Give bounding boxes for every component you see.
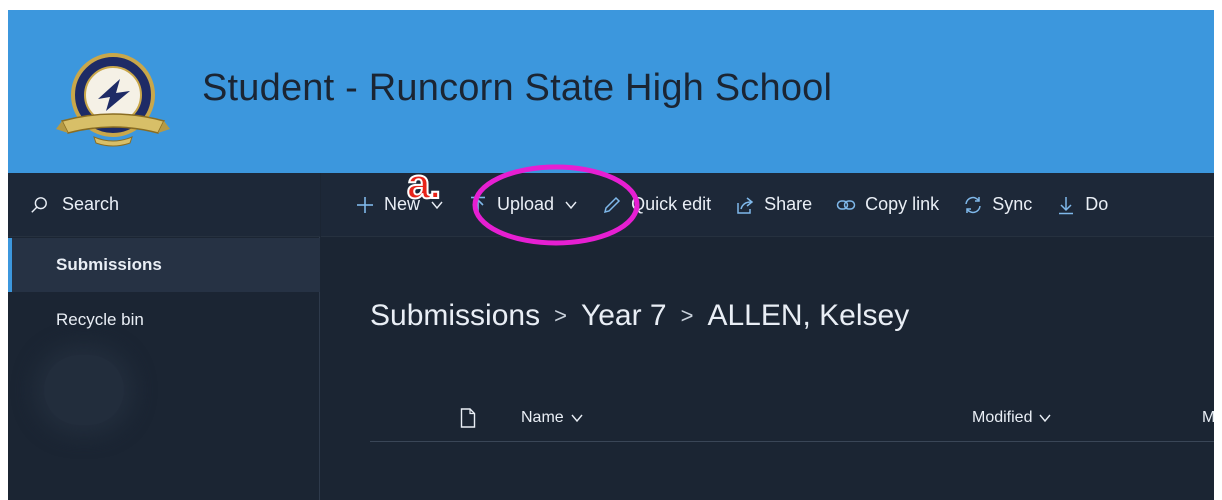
download-label: Do	[1085, 194, 1109, 214]
copy-link-button[interactable]: Copy link	[836, 194, 939, 215]
name-column-label: Name	[521, 409, 564, 426]
plus-icon	[357, 196, 373, 213]
share-label: Share	[764, 194, 813, 214]
sidebar-item-submissions[interactable]: Submissions	[8, 238, 320, 292]
site-header: Student - Runcorn State High School	[8, 10, 1214, 173]
copy-link-label: Copy link	[865, 194, 940, 214]
document-icon	[460, 408, 476, 428]
sidebar-item-recycle-bin[interactable]: Recycle bin	[8, 293, 320, 347]
chevron-down-icon	[1039, 414, 1052, 423]
sync-icon	[965, 196, 981, 213]
sync-label: Sync	[992, 194, 1033, 214]
annotation-highlight-ellipse	[472, 164, 640, 246]
breadcrumb-separator: >	[680, 303, 694, 328]
modified-by-column-header[interactable]: M	[1202, 396, 1214, 440]
file-type-column-header[interactable]	[460, 396, 476, 440]
quick-edit-label: Quick edit	[631, 194, 712, 214]
breadcrumb-separator: >	[554, 303, 567, 328]
modified-column-header[interactable]: Modified	[972, 396, 1052, 440]
modified-column-label: Modified	[972, 409, 1033, 426]
breadcrumb-item-year-7[interactable]: Year 7	[581, 299, 667, 333]
chevron-down-icon	[571, 414, 583, 423]
sidebar-item-label: Recycle bin	[56, 310, 144, 329]
breadcrumb-item-student-folder: ALLEN, Kelsey	[707, 299, 910, 332]
site-title[interactable]: Student - Runcorn State High School	[202, 67, 832, 110]
search-icon	[31, 196, 47, 213]
annotation-label: a.	[406, 159, 442, 208]
school-crest-logo[interactable]	[54, 49, 172, 149]
sync-button[interactable]: Sync	[963, 194, 1032, 215]
sidebar-item-label: Submissions	[56, 255, 162, 274]
breadcrumb: Submissions > Year 7 > ALLEN, Kelsey	[370, 299, 909, 333]
modified-by-column-label: M	[1202, 409, 1214, 426]
name-column-header[interactable]: Name	[521, 396, 584, 440]
share-button[interactable]: Share	[735, 194, 812, 215]
breadcrumb-item-submissions[interactable]: Submissions	[370, 299, 540, 333]
download-icon	[1059, 196, 1074, 214]
blurred-region	[44, 355, 124, 425]
download-button[interactable]: Do	[1056, 194, 1108, 215]
share-icon	[737, 196, 754, 214]
list-header-divider	[370, 441, 1214, 442]
left-navigation: Search Submissions Recycle bin	[8, 173, 320, 500]
link-icon	[836, 199, 856, 210]
search-label: Search	[62, 194, 120, 214]
app-window: Student - Runcorn State High School Sear…	[8, 10, 1214, 500]
command-bar: New Upload Quick edit Share Copy link Sy…	[321, 173, 1214, 237]
search-box[interactable]: Search	[8, 173, 320, 237]
